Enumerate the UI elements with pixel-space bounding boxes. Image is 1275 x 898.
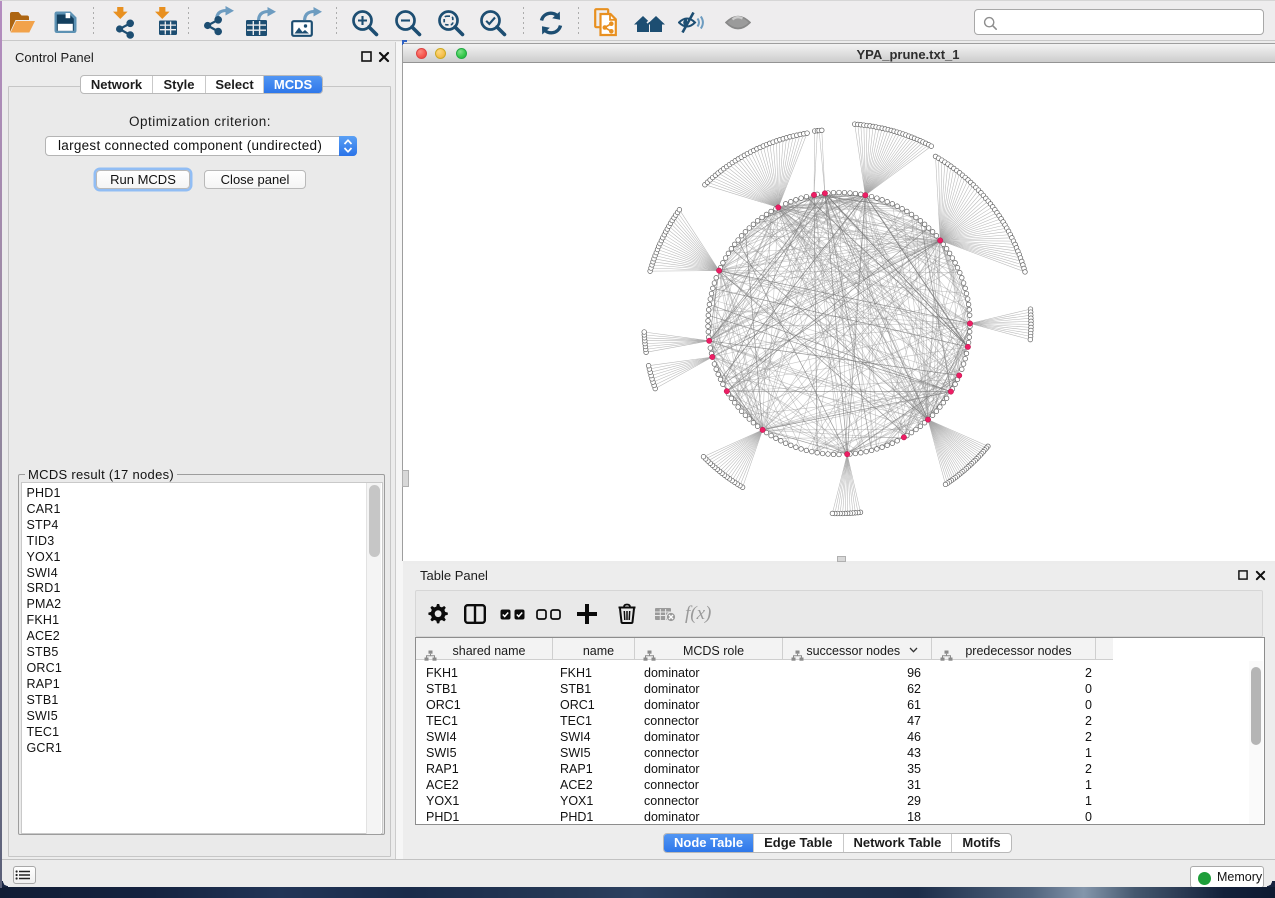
svg-text:f(x): f(x) (685, 604, 711, 624)
